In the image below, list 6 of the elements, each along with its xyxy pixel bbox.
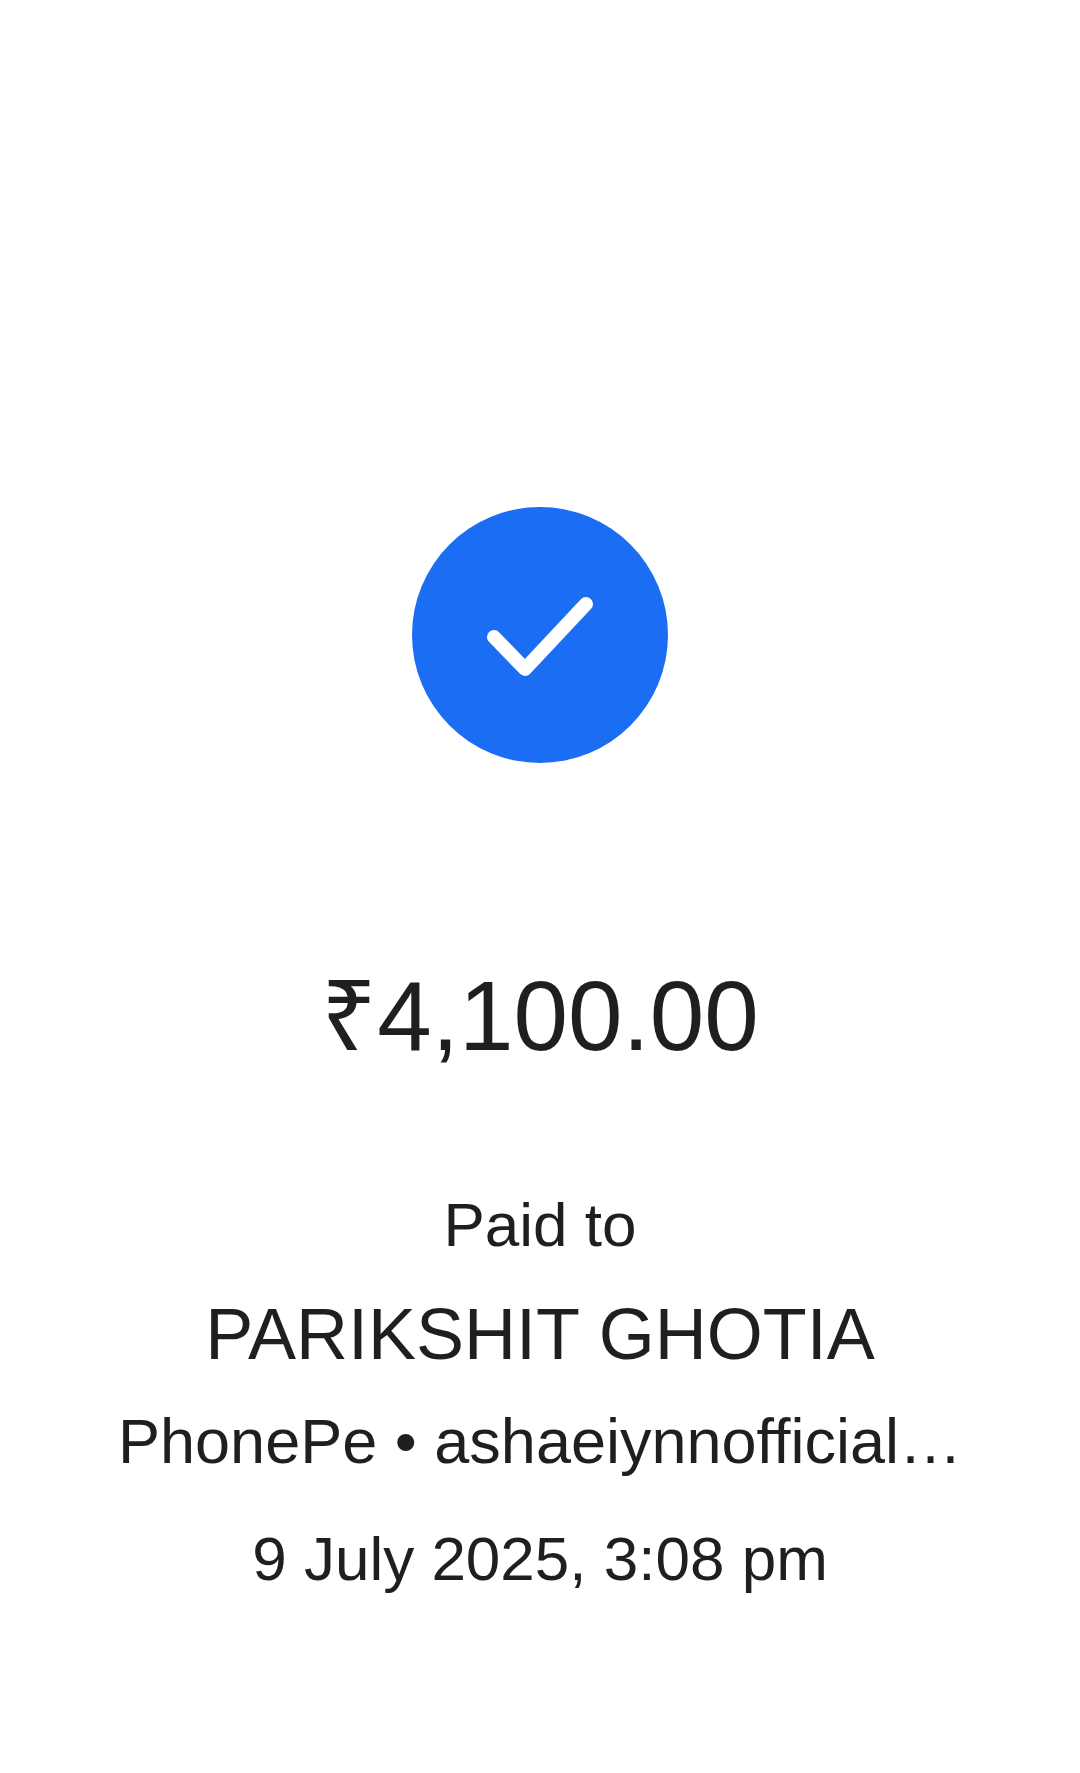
payee-name: PARIKSHIT GHOTIA xyxy=(205,1293,875,1376)
paid-to-label: Paid to xyxy=(443,1188,637,1261)
success-check-icon xyxy=(412,507,668,763)
payment-amount: ₹4,100.00 xyxy=(321,960,759,1073)
payee-details: PhonePe • ashaeiynnofficial… xyxy=(118,1405,962,1478)
payment-date-time: 9 July 2025, 3:08 pm xyxy=(252,1522,828,1595)
